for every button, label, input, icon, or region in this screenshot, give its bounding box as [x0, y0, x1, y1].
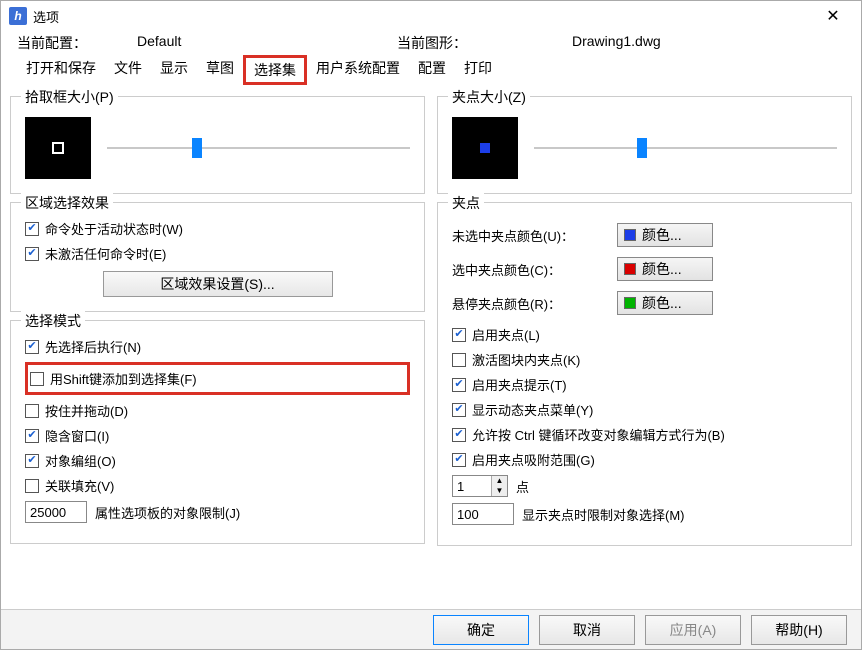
label-snap-range: 启用夹点吸附范围(G) [472, 450, 595, 469]
help-button[interactable]: 帮助(H) [751, 615, 847, 645]
dialog-body: 拾取框大小(P) 区域选择效果 ✔ 命令处于活动状态时(W) ✔ 未激活任何命令时(… [1, 86, 861, 564]
current-config-label: 当前配置： [17, 33, 137, 53]
options-dialog: h 选项 ✕ 当前配置： Default 当前图形： Drawing1.dwg … [0, 0, 862, 650]
spin-up-icon[interactable]: ▲ [491, 476, 507, 486]
current-config-value: Default [137, 33, 397, 53]
area-settings-button[interactable]: 区域效果设置(S)... [103, 271, 333, 297]
current-drawing-label: 当前图形： [397, 33, 572, 53]
prop-limit-input[interactable] [25, 501, 87, 523]
pickbox-panel: 拾取框大小(P) [10, 96, 425, 194]
grip-limit-input[interactable] [452, 503, 514, 525]
selected-grip-color-label: 选中夹点颜色(C)： [452, 260, 607, 279]
snap-px-label: 点 [516, 477, 529, 496]
grip-preview [452, 117, 518, 179]
unselected-grip-color-button[interactable]: 颜色... [617, 223, 713, 247]
grip-slider[interactable] [534, 138, 837, 158]
spin-down-icon[interactable]: ▼ [491, 486, 507, 496]
label-grip-tips: 启用夹点提示(T) [472, 375, 567, 394]
ok-button[interactable]: 确定 [433, 615, 529, 645]
label-block-grips: 激活图块内夹点(K) [472, 350, 580, 369]
pickbox-slider[interactable] [107, 138, 410, 158]
checkbox-no-cmd[interactable]: ✔ [25, 247, 39, 261]
swatch-icon [624, 263, 636, 275]
config-row: 当前配置： Default 当前图形： Drawing1.dwg [1, 31, 861, 55]
checkbox-noun-verb[interactable]: ✔ [25, 340, 39, 354]
right-column: 夹点大小(Z) 夹点 未选中夹点颜色(U)： 颜色... 选中夹点颜色(C)： [434, 96, 855, 554]
pickbox-preview [25, 117, 91, 179]
cancel-button[interactable]: 取消 [539, 615, 635, 645]
grip-limit-label: 显示夹点时限制对象选择(M) [522, 505, 685, 524]
checkbox-grip-tips[interactable]: ✔ [452, 378, 466, 392]
area-select-panel: 区域选择效果 ✔命令处于活动状态时(W) ✔未激活任何命令时(E) 区域效果设置… [10, 202, 425, 312]
unselected-grip-color-label: 未选中夹点颜色(U)： [452, 226, 607, 245]
tab-display[interactable]: 显示 [151, 55, 197, 85]
checkbox-enable-grips[interactable]: ✔ [452, 328, 466, 342]
tab-user-prefs[interactable]: 用户系统配置 [307, 55, 409, 85]
checkbox-active-cmd[interactable]: ✔ [25, 222, 39, 236]
grips-label: 夹点 [448, 193, 484, 213]
current-drawing-value: Drawing1.dwg [572, 33, 661, 53]
app-icon: h [9, 7, 27, 25]
grip-size-panel: 夹点大小(Z) [437, 96, 852, 194]
tab-selection[interactable]: 选择集 [243, 55, 307, 85]
close-button[interactable]: ✕ [813, 2, 853, 30]
left-column: 拾取框大小(P) 区域选择效果 ✔ 命令处于活动状态时(W) ✔ 未激活任何命令时(… [7, 96, 428, 554]
label-noun-verb: 先选择后执行(N) [45, 337, 141, 356]
label-dyn-menu: 显示动态夹点菜单(Y) [472, 400, 593, 419]
tab-strip: 打开和保存 文件 显示 草图 选择集 用户系统配置 配置 打印 [1, 55, 861, 86]
checkbox-press-drag[interactable] [25, 404, 39, 418]
label-ctrl-cycle: 允许按 Ctrl 键循环改变对象编辑方式行为(B) [472, 425, 725, 444]
tab-file[interactable]: 文件 [105, 55, 151, 85]
label-press-drag: 按住并拖动(D) [45, 401, 128, 420]
label-assoc-hatch: 关联填充(V) [45, 476, 114, 495]
apply-button[interactable]: 应用(A) [645, 615, 741, 645]
label-object-group: 对象编组(O) [45, 451, 116, 470]
label-enable-grips: 启用夹点(L) [472, 325, 540, 344]
checkbox-dyn-menu[interactable]: ✔ [452, 403, 466, 417]
snap-px-input[interactable]: 1 ▲▼ [452, 475, 508, 497]
select-mode-label: 选择模式 [21, 311, 85, 331]
label-shift-add: 用Shift键添加到选择集(F) [50, 369, 197, 388]
label-active-cmd: 命令处于活动状态时(W) [45, 219, 183, 238]
checkbox-implied-window[interactable]: ✔ [25, 429, 39, 443]
grips-panel: 夹点 未选中夹点颜色(U)： 颜色... 选中夹点颜色(C)： 颜色... 悬停… [437, 202, 852, 546]
checkbox-snap-range[interactable]: ✔ [452, 453, 466, 467]
label-implied-window: 隐含窗口(I) [45, 426, 109, 445]
swatch-icon [624, 297, 636, 309]
checkbox-block-grips[interactable] [452, 353, 466, 367]
footer: 确定 取消 应用(A) 帮助(H) [1, 609, 861, 649]
selected-grip-color-button[interactable]: 颜色... [617, 257, 713, 281]
tab-plot[interactable]: 打印 [455, 55, 501, 85]
hover-grip-color-button[interactable]: 颜色... [617, 291, 713, 315]
tab-profiles[interactable]: 配置 [409, 55, 455, 85]
hover-grip-color-label: 悬停夹点颜色(R)： [452, 294, 607, 313]
tab-open-save[interactable]: 打开和保存 [17, 55, 105, 85]
swatch-icon [624, 229, 636, 241]
window-title: 选项 [33, 7, 813, 26]
titlebar: h 选项 ✕ [1, 1, 861, 31]
prop-limit-label: 属性选项板的对象限制(J) [95, 503, 240, 522]
checkbox-assoc-hatch[interactable] [25, 479, 39, 493]
pickbox-label: 拾取框大小(P) [21, 87, 118, 107]
area-select-label: 区域选择效果 [21, 193, 113, 213]
checkbox-shift-add[interactable] [30, 372, 44, 386]
select-mode-panel: 选择模式 ✔先选择后执行(N) 用Shift键添加到选择集(F) 按住并拖动(D… [10, 320, 425, 544]
checkbox-ctrl-cycle[interactable]: ✔ [452, 428, 466, 442]
tab-drafting[interactable]: 草图 [197, 55, 243, 85]
label-no-cmd: 未激活任何命令时(E) [45, 244, 166, 263]
checkbox-object-group[interactable]: ✔ [25, 454, 39, 468]
grip-size-label: 夹点大小(Z) [448, 87, 530, 107]
